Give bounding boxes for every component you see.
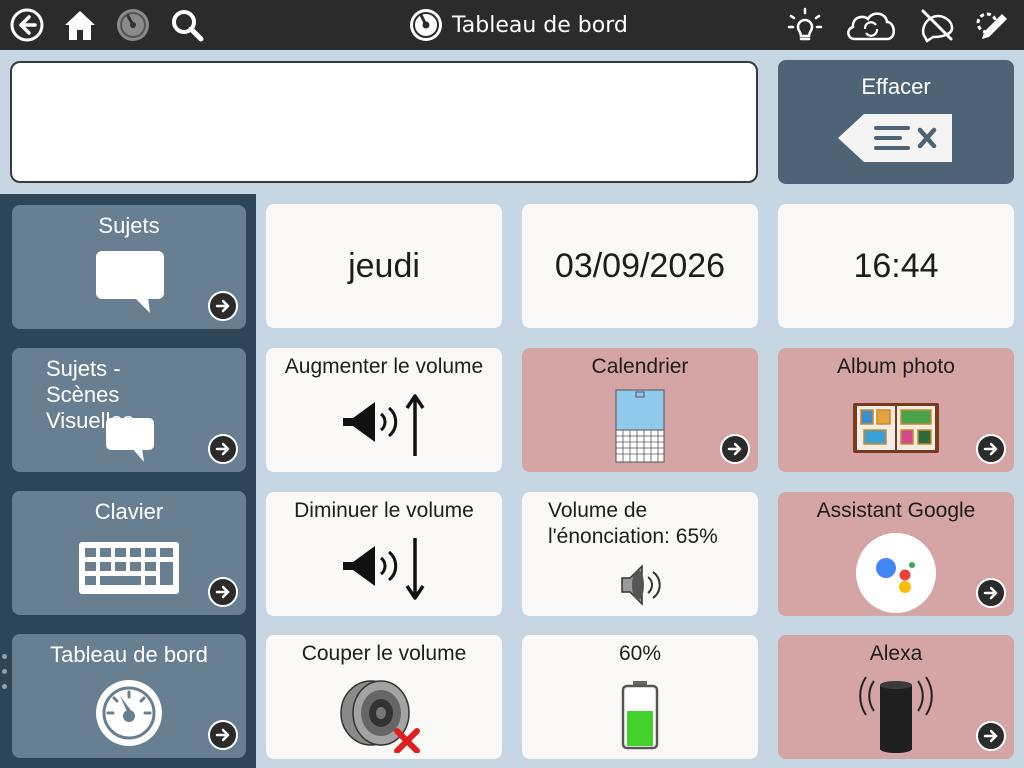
sidebar-item-dashboard[interactable]: Tableau de bord [12,634,246,758]
speech-bubble-icon [106,418,154,462]
speaker-icon [621,564,661,606]
keyboard-icon [79,542,179,594]
arrow-right-icon [215,442,230,456]
clear-button[interactable]: Effacer [778,60,1014,184]
volume-down-icon [343,538,425,600]
volume-down-label: Diminuer le volume [294,499,474,522]
light-button[interactable] [785,5,825,45]
google-assistant-label: Assistant Google [816,499,976,522]
hide-button[interactable] [917,5,957,45]
alexa-label: Alexa [869,642,923,665]
speech-bubble-icon [96,251,164,313]
sidebar: Sujets Sujets - Scènes Visuelles Clavier [0,194,256,768]
message-row: Effacer [0,50,1024,194]
volume-up-icon [343,394,425,456]
home-button[interactable] [60,5,100,45]
page-title-text: Tableau de bord [452,12,628,38]
arrow-right-icon [215,585,230,599]
arrow-right-icon [983,729,998,743]
battery-label: 60% [618,642,662,665]
sidebar-item-keyboard[interactable]: Clavier [12,491,246,615]
dashboard-button[interactable] [113,5,153,45]
battery-icon [621,681,659,750]
photo-album-label: Album photo [837,355,955,378]
speech-volume-label: Volume de l'énonciation: 65% [548,499,718,548]
date-text: 03/09/2026 [554,246,726,285]
arrow-right-icon [983,442,998,456]
mute-icon [340,680,420,753]
day-tile[interactable]: jeudi [266,204,502,328]
alexa-tile[interactable]: Alexa [778,635,1014,759]
clear-icon [838,114,952,162]
edit-icon [976,12,1007,39]
open-arrow-button[interactable] [208,720,238,750]
home-icon [65,11,95,40]
day-text: jeudi [348,246,420,285]
speech-volume-tile[interactable]: Volume de l'énonciation: 65% [522,492,758,616]
dashboard-gauge-icon [96,680,162,746]
battery-tile[interactable]: 60% [522,635,758,759]
calendar-tile[interactable]: Calendrier [522,348,758,472]
open-arrow-button[interactable] [208,577,238,607]
mute-tile[interactable]: Couper le volume [266,635,502,759]
sidebar-item-label: Tableau de bord [50,642,208,667]
google-assistant-icon [856,533,936,613]
date-tile[interactable]: 03/09/2026 [522,204,758,328]
photo-album-icon [853,403,939,453]
edit-button[interactable] [972,5,1012,45]
arrow-right-icon [983,586,998,600]
dashboard-icon [117,9,149,41]
open-arrow-button[interactable] [976,578,1006,608]
open-arrow-button[interactable] [976,721,1006,751]
top-bar: Tableau de bord [0,0,1024,50]
search-button[interactable] [167,5,207,45]
mute-label: Couper le volume [301,642,467,665]
hide-icon [921,9,954,43]
open-arrow-button[interactable] [720,434,750,464]
time-tile[interactable]: 16:44 [778,204,1014,328]
sync-cloud-icon [847,12,895,41]
sync-button[interactable] [843,5,899,45]
open-arrow-button[interactable] [208,434,238,464]
photo-album-tile[interactable]: Album photo [778,348,1014,472]
message-window[interactable] [10,61,758,183]
sidebar-item-label: Clavier [94,499,164,524]
open-arrow-button[interactable] [976,434,1006,464]
back-button[interactable] [7,5,47,45]
sidebar-item-visual-scenes[interactable]: Sujets - Scènes Visuelles [12,348,246,472]
calendar-icon [615,389,665,463]
open-arrow-button[interactable] [208,291,238,321]
arrow-right-icon [215,728,230,742]
sidebar-item-label: Sujets [98,213,160,238]
volume-down-tile[interactable]: Diminuer le volume [266,492,502,616]
google-assistant-tile[interactable]: Assistant Google [778,492,1014,616]
sidebar-item-topics[interactable]: Sujets [12,205,246,329]
page-title: Tableau de bord [408,7,628,43]
volume-up-label: Augmenter le volume [284,355,484,378]
alexa-speaker-icon [859,676,933,753]
volume-up-tile[interactable]: Augmenter le volume [266,348,502,472]
lightbulb-icon [787,7,823,41]
back-icon [10,8,44,42]
arrow-right-icon [215,299,230,313]
search-icon [172,10,204,42]
arrow-right-icon [727,442,742,456]
dashboard-title-icon [410,9,442,41]
battery-fill [627,711,653,746]
page-indicator [2,654,10,699]
time-text: 16:44 [853,246,939,285]
calendar-label: Calendrier [591,355,689,378]
clear-button-label: Effacer [861,74,931,99]
